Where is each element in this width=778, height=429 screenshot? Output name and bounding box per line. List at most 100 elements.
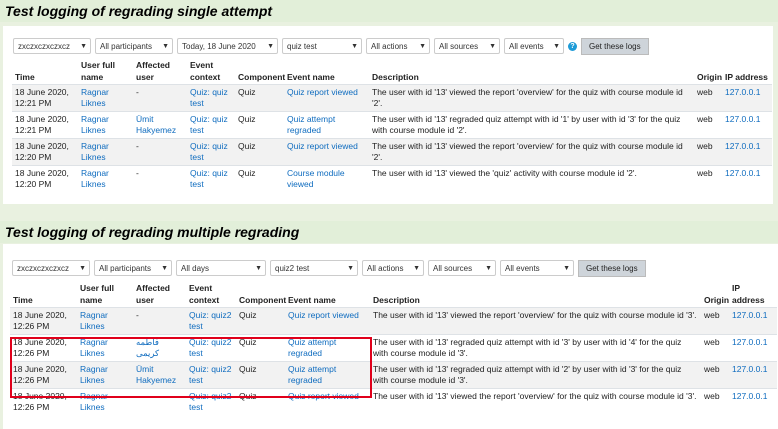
section-heading-multiple: Test logging of regrading multiple regra… [0,221,778,243]
highlight-box-regraded-rows [10,337,372,398]
events-select-value: All events [509,42,544,51]
course-select[interactable]: zxczxczxczxcz ▼ [12,260,90,276]
day-select-value: Today, 18 June 2020 [182,42,256,51]
col-component: Component [235,58,285,85]
cell-time: 18 June 2020, 12:26 PM [10,307,77,335]
cell-affected-user: - [133,165,187,192]
cell-origin: web [694,111,722,139]
cell-component: Quiz [236,307,285,335]
help-icon[interactable]: ? [568,41,577,51]
activity-select[interactable]: quiz2 test ▼ [270,260,358,276]
participants-select-value: All participants [100,42,153,51]
day-select[interactable]: All days ▼ [176,260,266,276]
actions-select-value: All actions [367,264,404,273]
chevron-down-icon: ▼ [563,265,570,272]
table-row: 18 June 2020, 12:20 PM Ragnar Liknes - Q… [12,138,772,166]
chevron-down-icon: ▼ [413,265,420,272]
col-user-full-name: User full name [78,58,133,85]
col-description: Description [370,281,701,308]
cell-description: The user with id '13' regraded quiz atte… [370,334,701,362]
cell-origin: web [701,334,729,362]
cell-description: The user with id '13' viewed the report … [369,138,694,166]
event-link[interactable]: Quiz report viewed [284,138,369,166]
ip-link[interactable]: 127.0.0.1 [729,361,777,389]
context-link[interactable]: Quiz: quiz test [187,165,235,192]
section-heading-single: Test logging of regrading single attempt [0,0,778,22]
table-row: 18 June 2020, 12:21 PM Ragnar Liknes - Q… [12,84,772,112]
cell-description: The user with id '13' regraded quiz atte… [370,361,701,389]
context-link[interactable]: Quiz: quiz2 test [186,307,236,335]
log-panel-single: zxczxczxczxcz ▼ All participants ▼ Today, … [3,26,773,204]
log-table: Time User full name Affected user Event … [12,58,772,192]
sources-select-value: All sources [433,264,473,273]
cell-description: The user with id '13' regraded quiz atte… [369,111,694,139]
col-origin: Origin [694,58,722,85]
day-select[interactable]: Today, 18 June 2020 ▼ [177,38,278,54]
participants-select-value: All participants [99,264,152,273]
get-logs-button[interactable]: Get these logs [581,37,649,55]
ip-link[interactable]: 127.0.0.1 [729,307,777,335]
course-select[interactable]: zxczxczxczxcz ▼ [13,38,91,54]
events-select[interactable]: All events ▼ [504,38,564,54]
participants-select[interactable]: All participants ▼ [94,260,172,276]
col-user-full-name: User full name [77,281,133,308]
cell-origin: web [701,361,729,389]
activity-select[interactable]: quiz test ▼ [282,38,362,54]
cell-time: 18 June 2020, 12:20 PM [12,138,78,166]
filter-bar: zxczxczxczxcz ▼ All participants ▼ Today, … [13,37,649,55]
sources-select-value: All sources [439,42,479,51]
actions-select-value: All actions [371,42,408,51]
cell-origin: web [694,165,722,192]
chevron-down-icon: ▼ [489,43,496,50]
log-panel-multiple: zxczxczxczxcz ▼ All participants ▼ All day… [3,244,778,429]
ip-link[interactable]: 127.0.0.1 [722,138,772,166]
actions-select[interactable]: All actions ▼ [362,260,424,276]
ip-link[interactable]: 127.0.0.1 [729,334,777,362]
cell-time: 18 June 2020, 12:20 PM [12,165,78,192]
sources-select[interactable]: All sources ▼ [434,38,500,54]
table-row: 18 June 2020, 12:20 PM Ragnar Liknes - Q… [12,165,772,192]
user-link[interactable]: Ragnar Liknes [78,84,133,112]
col-affected-user: Affected user [133,58,187,85]
activity-select-value: quiz2 test [275,264,310,273]
user-link[interactable]: Ragnar Liknes [78,111,133,139]
affected-user-link[interactable]: Ümit Hakyemez [133,111,187,139]
col-component: Component [236,281,286,308]
cell-component: Quiz [235,138,284,166]
ip-link[interactable]: 127.0.0.1 [729,388,777,415]
context-link[interactable]: Quiz: quiz test [187,111,235,139]
user-link[interactable]: Ragnar Liknes [78,138,133,166]
chevron-down-icon: ▼ [485,265,492,272]
activity-select-value: quiz test [287,42,317,51]
course-select-value: zxczxczxczxcz [18,42,70,51]
get-logs-button[interactable]: Get these logs [578,259,646,277]
user-link[interactable]: Ragnar Liknes [78,165,133,192]
cell-description: The user with id '13' viewed the report … [369,84,694,112]
actions-select[interactable]: All actions ▼ [366,38,430,54]
event-link[interactable]: Quiz attempt regraded [284,111,369,139]
chevron-down-icon: ▼ [79,265,86,272]
ip-link[interactable]: 127.0.0.1 [722,84,772,112]
col-description: Description [369,58,694,85]
event-link[interactable]: Quiz report viewed [284,84,369,112]
event-link[interactable]: Course module viewed [284,165,369,192]
chevron-down-icon: ▼ [267,43,274,50]
sources-select[interactable]: All sources ▼ [428,260,496,276]
context-link[interactable]: Quiz: quiz test [187,84,235,112]
table-row: 18 June 2020, 12:21 PM Ragnar Liknes Ümi… [12,111,772,139]
event-link[interactable]: Quiz report viewed [285,307,370,335]
chevron-down-icon: ▼ [161,265,168,272]
events-select[interactable]: All events ▼ [500,260,574,276]
table-row: 18 June 2020, 12:26 PM Ragnar Liknes - Q… [10,307,777,335]
ip-link[interactable]: 127.0.0.1 [722,111,772,139]
col-time: Time [12,58,78,85]
ip-link[interactable]: 127.0.0.1 [722,165,772,192]
user-link[interactable]: Ragnar Liknes [77,307,133,335]
day-select-value: All days [181,264,210,273]
context-link[interactable]: Quiz: quiz test [187,138,235,166]
filter-bar: zxczxczxczxcz ▼ All participants ▼ All day… [12,259,646,277]
col-event-context: Event context [187,58,235,85]
cell-origin: web [701,307,729,335]
participants-select[interactable]: All participants ▼ [95,38,173,54]
cell-origin: web [694,138,722,166]
